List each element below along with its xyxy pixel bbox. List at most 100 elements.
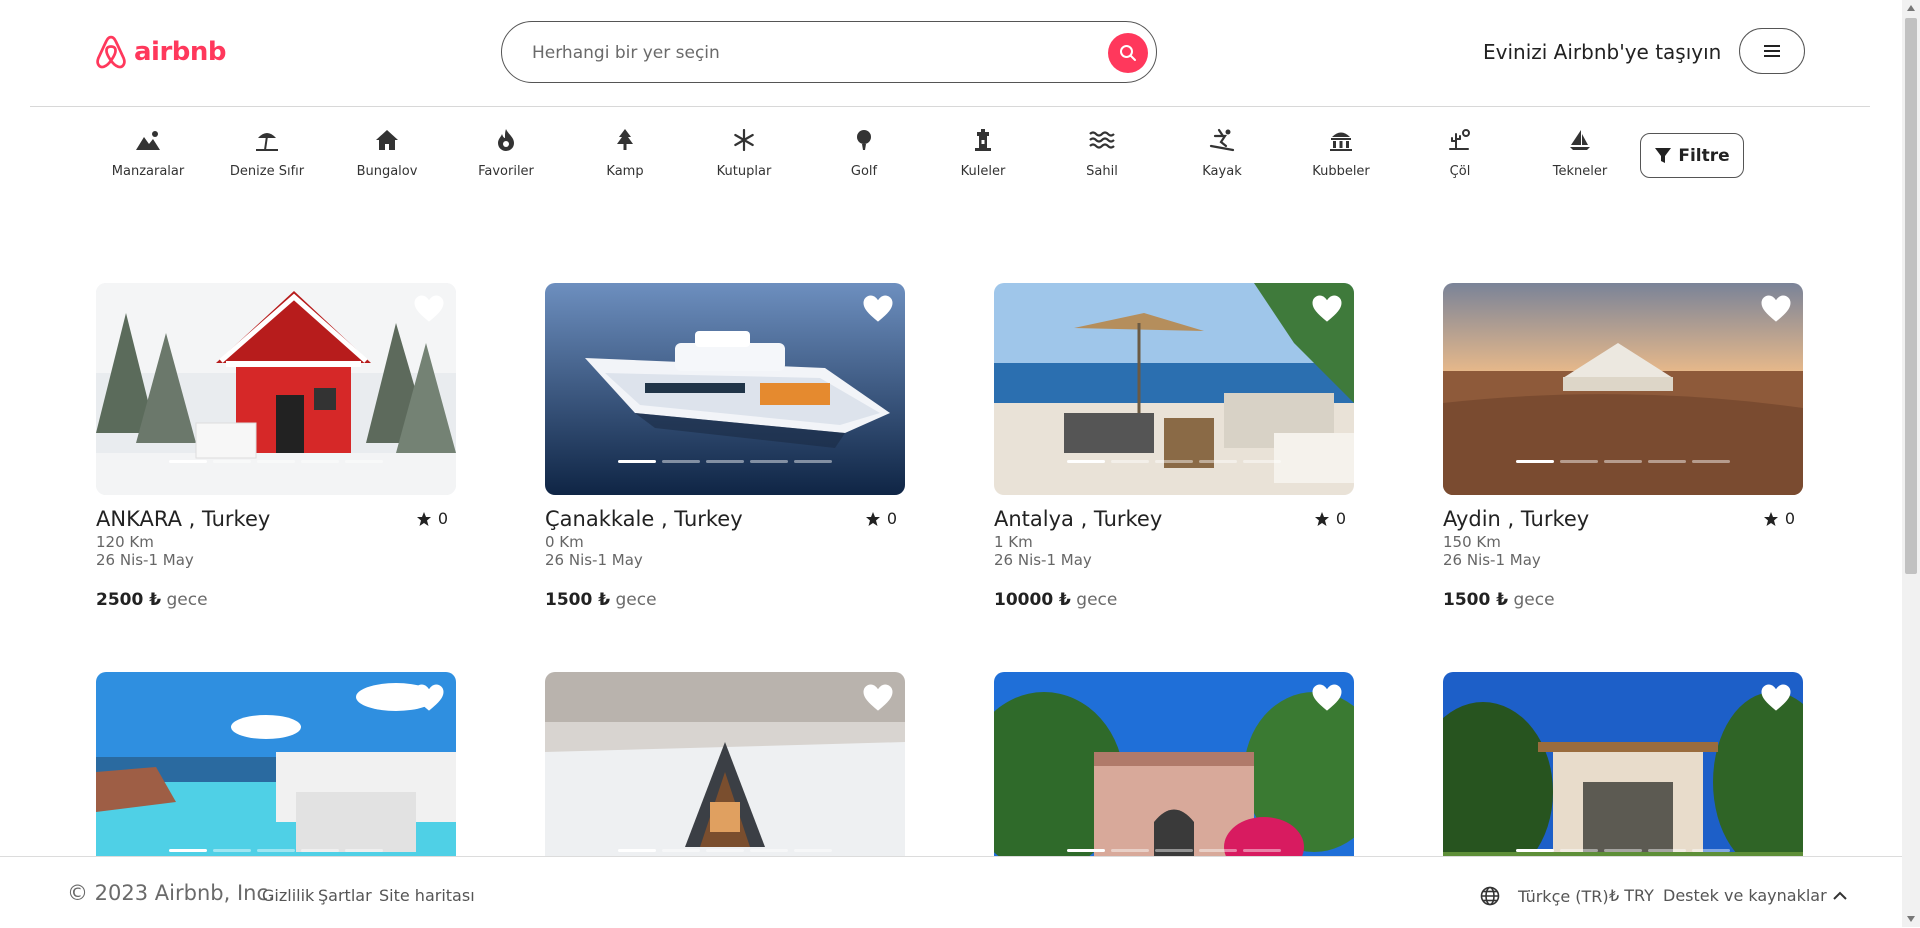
category-favoriler[interactable]: Favoriler [446,120,566,179]
heart-icon[interactable] [1312,684,1342,712]
category-bungalov[interactable]: Bungalov [327,120,447,179]
carousel-dot[interactable] [1692,849,1730,852]
menu-button[interactable] [1739,28,1805,74]
carousel-dot[interactable] [1067,849,1105,852]
carousel-dot[interactable] [301,460,339,463]
currency-selector[interactable]: ₺ TRY [1609,886,1654,905]
category-manzaralar[interactable]: Manzaralar [88,120,208,179]
carousel-dot[interactable] [301,849,339,852]
carousel-dot[interactable] [345,460,383,463]
carousel-dot[interactable] [794,849,832,852]
carousel-dot[interactable] [1111,460,1149,463]
carousel-dot[interactable] [257,460,295,463]
carousel-dot[interactable] [345,849,383,852]
scrollbar-thumb[interactable] [1905,18,1917,574]
category-denize-sifir[interactable]: Denize Sıfır [207,120,327,179]
carousel-dot[interactable] [1516,460,1554,463]
category-kutuplar[interactable]: Kutuplar [684,120,804,179]
heart-icon[interactable] [414,295,444,323]
heart-icon[interactable] [1312,295,1342,323]
search-button[interactable] [1108,33,1148,73]
filter-button[interactable]: Filtre [1640,133,1744,178]
carousel-dot[interactable] [1111,849,1149,852]
category-tekneler[interactable]: Tekneler [1520,120,1640,179]
category-col[interactable]: Çöl [1400,120,1520,179]
carousel-dot[interactable] [1155,460,1193,463]
listing-card[interactable] [1443,672,1803,884]
listing-card[interactable] [545,672,905,884]
carousel-dot[interactable] [618,460,656,463]
carousel-dot[interactable] [750,460,788,463]
carousel-dot[interactable] [1516,849,1554,852]
listing-image[interactable] [1443,672,1803,884]
listing-image[interactable] [545,283,905,495]
category-golf[interactable]: Golf [804,120,924,179]
listing-title[interactable]: Aydin , Turkey [1443,507,1589,531]
heart-icon[interactable] [1761,684,1791,712]
listing-title[interactable]: Çanakkale , Turkey [545,507,743,531]
listing-title[interactable]: ANKARA , Turkey [96,507,270,531]
carousel-dot[interactable] [1560,849,1598,852]
carousel-dot[interactable] [169,849,207,852]
listing-image[interactable] [994,283,1354,495]
carousel-dot[interactable] [1199,849,1237,852]
carousel-dot[interactable] [794,460,832,463]
carousel-dot[interactable] [1560,460,1598,463]
carousel-dot[interactable] [1648,849,1686,852]
footer-link-sitemap[interactable]: Site haritası [379,886,475,905]
listing-card[interactable]: Çanakkale , Turkey 0 0 Km 26 Nis-1 May 1… [545,283,905,610]
heart-icon[interactable] [863,295,893,323]
category-kubbeler[interactable]: Kubbeler [1281,120,1401,179]
scroll-up-arrow[interactable] [1902,0,1920,16]
language-selector[interactable]: Türkçe (TR) [1480,886,1609,906]
carousel-dot[interactable] [1243,849,1281,852]
listing-image[interactable] [545,672,905,884]
scroll-down-arrow[interactable] [1902,911,1920,927]
search-input[interactable] [530,36,1074,70]
carousel-dot[interactable] [1155,849,1193,852]
heart-icon[interactable] [414,684,444,712]
carousel-dot[interactable] [1604,460,1642,463]
carousel-dot[interactable] [662,849,700,852]
listing-image[interactable] [1443,283,1803,495]
listing-card[interactable] [96,672,456,884]
scrollbar[interactable] [1902,0,1920,927]
carousel-dot[interactable] [1243,460,1281,463]
carousel-dot[interactable] [1199,460,1237,463]
listing-image[interactable] [994,672,1354,884]
carousel-dot[interactable] [1067,460,1105,463]
carousel-dot[interactable] [257,849,295,852]
category-kuleler[interactable]: Kuleler [923,120,1043,179]
listing-card[interactable]: ANKARA , Turkey 0 120 Km 26 Nis-1 May 25… [96,283,456,610]
listing-title[interactable]: Antalya , Turkey [994,507,1162,531]
category-kayak[interactable]: Kayak [1162,120,1282,179]
heart-icon[interactable] [863,684,893,712]
category-sahil[interactable]: Sahil [1042,120,1162,179]
search-bar[interactable] [501,21,1157,83]
carousel-dot[interactable] [1692,460,1730,463]
carousel-dot[interactable] [750,849,788,852]
carousel-dot[interactable] [169,460,207,463]
listing-card[interactable]: Aydin , Turkey 0 150 Km 26 Nis-1 May 150… [1443,283,1803,610]
listing-card[interactable] [994,672,1354,884]
carousel-dot[interactable] [618,849,656,852]
category-label: Sahil [1086,164,1118,179]
filter-label: Filtre [1678,145,1730,166]
footer-link-terms[interactable]: Şartlar [318,886,372,905]
carousel-dot[interactable] [1604,849,1642,852]
host-link[interactable]: Evinizi Airbnb'ye taşıyın [1483,40,1721,64]
carousel-dot[interactable] [213,849,251,852]
heart-icon[interactable] [1761,295,1791,323]
carousel-dot[interactable] [1648,460,1686,463]
carousel-dot[interactable] [706,849,744,852]
listing-card[interactable]: Antalya , Turkey 0 1 Km 26 Nis-1 May 100… [994,283,1354,610]
listing-image[interactable] [96,283,456,495]
category-kamp[interactable]: Kamp [565,120,685,179]
carousel-dot[interactable] [213,460,251,463]
carousel-dot[interactable] [662,460,700,463]
carousel-dot[interactable] [706,460,744,463]
footer-link-privacy[interactable]: Gizlilik [262,886,314,905]
listing-image[interactable] [96,672,456,884]
support-menu[interactable]: Destek ve kaynaklar [1663,886,1847,905]
airbnb-logo[interactable]: airbnb [94,34,227,70]
